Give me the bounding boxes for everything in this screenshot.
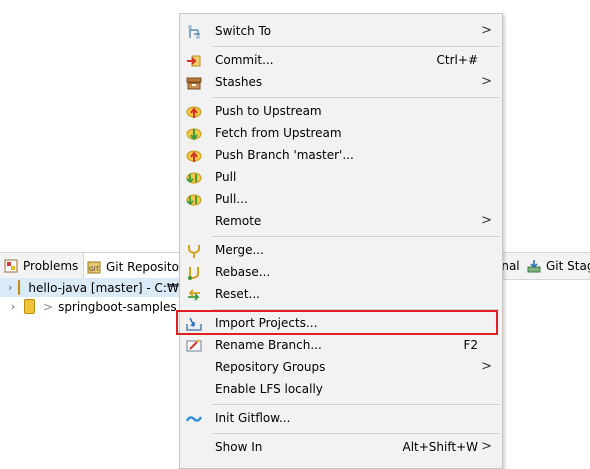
menu-separator	[213, 433, 499, 434]
repo-label: springboot-samples	[58, 299, 177, 314]
menu-item-label: Rebase...	[215, 265, 271, 279]
menu-item-commit[interactable]: Commit... Ctrl+#	[180, 50, 502, 72]
menu-item-reset[interactable]: Reset...	[180, 284, 502, 306]
submenu-arrow-icon: >	[481, 213, 492, 228]
repo-label: hello-java [master] - C:₩U	[28, 280, 188, 295]
menu-item-remote[interactable]: Remote >	[180, 211, 502, 233]
tab-git-staging[interactable]: Git Stag	[527, 253, 590, 279]
expand-chevron-icon[interactable]: ›	[8, 281, 12, 294]
menu-item-fetch-from-upstream[interactable]: Fetch from Upstream	[180, 123, 502, 145]
menu-separator	[213, 236, 499, 237]
tab-git-repositories[interactable]: GIT Git Repositorie	[83, 253, 195, 280]
menu-item-label: Init Gitflow...	[215, 411, 291, 425]
submenu-arrow-icon: >	[481, 439, 492, 454]
context-menu: Switch To > Commit... Ctrl+# Stashes > P…	[179, 13, 503, 469]
menu-item-label: Show In	[215, 440, 263, 454]
fetch-upstream-icon	[186, 126, 202, 142]
merge-icon	[186, 243, 202, 259]
menu-item-enable-lfs[interactable]: Enable LFS locally	[180, 379, 502, 401]
menu-item-label: Commit...	[215, 53, 274, 67]
menu-item-shortcut: Ctrl+#	[436, 53, 478, 67]
menu-item-merge[interactable]: Merge...	[180, 240, 502, 262]
menu-separator	[213, 97, 499, 98]
menu-item-push-branch[interactable]: Push Branch 'master'...	[180, 145, 502, 167]
menu-item-label: Fetch from Upstream	[215, 126, 342, 140]
menu-item-rename-branch[interactable]: Rename Branch... F2	[180, 335, 502, 357]
rename-icon	[186, 338, 202, 354]
highlight-box	[176, 310, 498, 335]
pull-icon	[186, 192, 202, 208]
menu-item-shortcut: Alt+Shift+W	[402, 440, 479, 454]
menu-item-label: Enable LFS locally	[215, 382, 323, 396]
tab-problems-label: Problems	[23, 259, 79, 273]
menu-separator	[213, 404, 499, 405]
menu-item-label: Stashes	[215, 75, 263, 89]
menu-item-label: Merge...	[215, 243, 264, 257]
repository-icon	[24, 299, 35, 314]
commit-icon	[186, 53, 202, 69]
stash-icon	[186, 75, 202, 91]
menu-item-stashes[interactable]: Stashes >	[180, 72, 502, 94]
svg-text:GIT: GIT	[89, 266, 99, 273]
menu-item-label: Push Branch 'master'...	[215, 148, 354, 162]
submenu-arrow-icon: >	[481, 23, 492, 38]
menu-item-repository-groups[interactable]: Repository Groups >	[180, 357, 502, 379]
menu-item-label: Pull...	[215, 192, 248, 206]
tab-git-staging-label: Git Stag	[546, 259, 590, 273]
menu-item-push-to-upstream[interactable]: Push to Upstream	[180, 101, 502, 123]
reset-icon	[186, 287, 202, 303]
git-staging-icon	[527, 259, 541, 273]
menu-item-init-gitflow[interactable]: Init Gitflow...	[180, 408, 502, 430]
menu-item-label: Switch To	[215, 24, 272, 38]
menu-item-label: Repository Groups	[215, 360, 326, 374]
git-repositories-icon: GIT	[87, 260, 101, 274]
push-upstream-icon	[186, 104, 202, 120]
problems-icon	[4, 259, 18, 273]
gitflow-icon	[185, 411, 203, 427]
menu-item-label: Reset...	[215, 287, 260, 301]
menu-item-label: Push to Upstream	[215, 104, 322, 118]
menu-item-label: Rename Branch...	[215, 338, 322, 352]
tree-row-springboot-samples[interactable]: › > springboot-samples [m	[0, 297, 197, 316]
repository-icon	[18, 280, 21, 295]
expand-chevron-icon[interactable]: ›	[8, 300, 18, 313]
tab-problems[interactable]: Problems	[4, 253, 78, 279]
pull-icon	[186, 170, 202, 186]
menu-item-label: Remote	[215, 214, 262, 228]
menu-item-pull-dialog[interactable]: Pull...	[180, 189, 502, 211]
menu-separator	[213, 46, 499, 47]
submenu-arrow-icon: >	[481, 359, 492, 374]
menu-item-pull[interactable]: Pull	[180, 167, 502, 189]
menu-item-switch-to[interactable]: Switch To >	[180, 21, 502, 43]
menu-item-rebase[interactable]: Rebase...	[180, 262, 502, 284]
menu-item-show-in[interactable]: Show In Alt+Shift+W >	[180, 437, 502, 459]
menu-item-shortcut: F2	[463, 338, 478, 352]
tree-row-hello-java[interactable]: › hello-java [master] - C:₩U	[0, 278, 188, 297]
switch-branch-icon	[186, 24, 202, 40]
push-branch-icon	[186, 148, 202, 164]
submenu-arrow-icon: >	[481, 74, 492, 89]
menu-item-label: Pull	[215, 170, 237, 184]
rebase-icon	[186, 265, 202, 281]
dirty-marker: >	[43, 299, 54, 314]
